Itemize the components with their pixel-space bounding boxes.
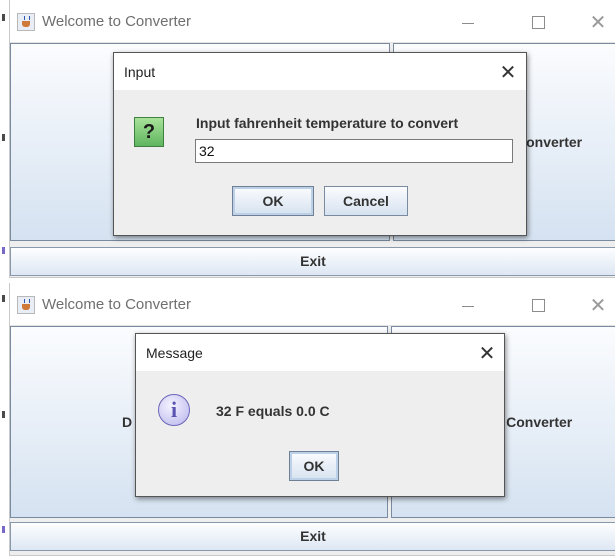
- bottom-screenshot-panel: Welcome to Converter ✕ D re Converter Ex…: [0, 283, 615, 556]
- ok-button[interactable]: OK: [289, 451, 339, 481]
- minimize-icon: [462, 306, 474, 307]
- ok-button[interactable]: OK: [232, 186, 314, 216]
- result-message: 32 F equals 0.0 C: [216, 403, 330, 419]
- window-titlebar[interactable]: Welcome to Converter ✕: [10, 283, 615, 326]
- close-button[interactable]: ✕: [578, 292, 615, 318]
- edge-marker: [2, 526, 5, 533]
- dialog-title: Message: [146, 345, 203, 361]
- maximize-icon: [532, 299, 545, 312]
- dialog-title: Input: [124, 64, 156, 80]
- message-dialog: Message ✕ i 32 F equals 0.0 C OK: [135, 333, 505, 497]
- edge-marker: [2, 134, 5, 141]
- exit-button[interactable]: Exit: [10, 247, 615, 276]
- edge-marker: [2, 411, 5, 418]
- left-converter-label: D: [122, 414, 133, 430]
- dialog-titlebar[interactable]: Input ✕: [114, 53, 526, 90]
- minimize-icon: [462, 23, 474, 24]
- edge-marker: [2, 14, 5, 21]
- minimize-button[interactable]: [448, 292, 488, 318]
- close-icon[interactable]: ✕: [495, 59, 521, 85]
- window-title: Welcome to Converter: [42, 296, 191, 313]
- input-prompt: Input fahrenheit temperature to convert: [196, 115, 459, 131]
- exit-button[interactable]: Exit: [10, 522, 615, 551]
- close-button[interactable]: ✕: [578, 9, 615, 35]
- dialog-titlebar[interactable]: Message ✕: [136, 334, 504, 371]
- input-dialog: Input ✕ ? Input fahrenheit temperature t…: [113, 52, 527, 236]
- window-title: Welcome to Converter: [42, 13, 191, 30]
- question-icon: ?: [134, 117, 164, 147]
- java-cup-icon: [17, 13, 35, 31]
- top-screenshot-panel: Welcome to Converter ✕ Converter Exit In…: [0, 0, 615, 278]
- java-cup-icon: [17, 296, 35, 314]
- edge-marker: [2, 295, 5, 302]
- window-titlebar[interactable]: Welcome to Converter ✕: [10, 0, 615, 43]
- fahrenheit-input[interactable]: [195, 139, 513, 163]
- cancel-button[interactable]: Cancel: [324, 186, 408, 216]
- maximize-button[interactable]: [518, 9, 558, 35]
- maximize-button[interactable]: [518, 292, 558, 318]
- minimize-button[interactable]: [448, 9, 488, 35]
- close-icon[interactable]: ✕: [474, 340, 500, 366]
- edge-marker: [2, 247, 5, 254]
- info-icon: i: [158, 394, 190, 426]
- maximize-icon: [532, 16, 545, 29]
